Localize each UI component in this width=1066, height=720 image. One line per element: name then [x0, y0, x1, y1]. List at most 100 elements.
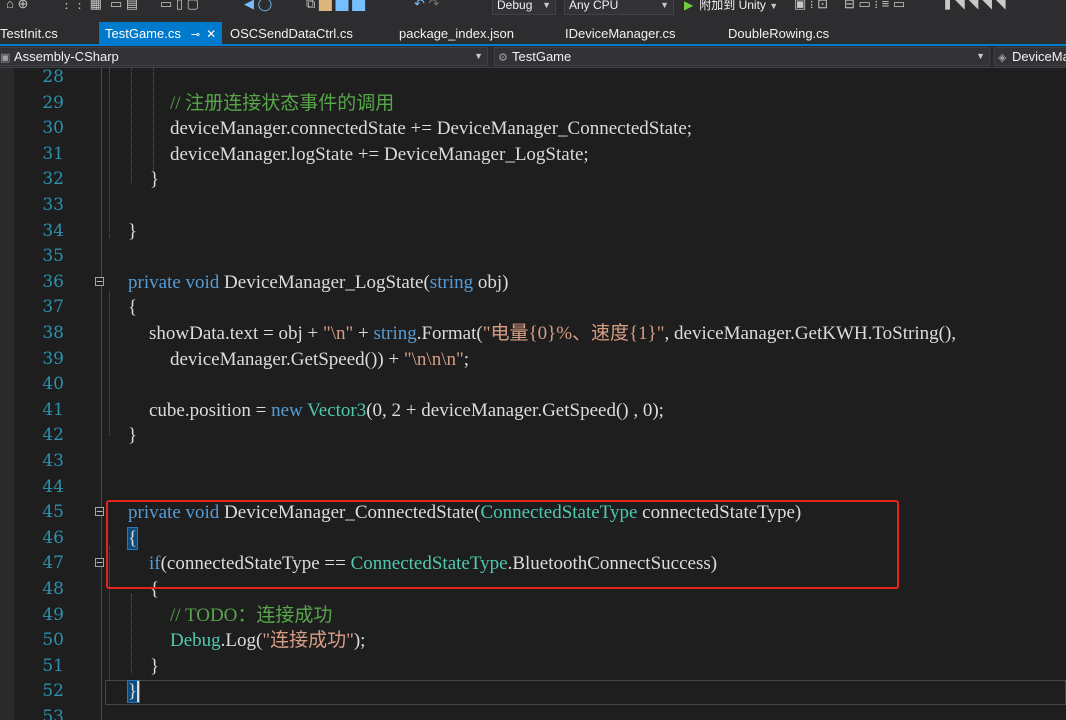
line-number: 43 [42, 451, 64, 471]
line-number: 51 [42, 655, 64, 676]
main-toolbar: ⌂ ⊕ ⋮⋮ ▦ ▭ ▤ ▭ ▯ ▢ ◀ ◯ ⧉ ▇ ▇ ▇ ↶ ↷ Debug… [0, 0, 1066, 22]
code-text: private void DeviceManager_LogState(stri… [128, 270, 508, 296]
tab-package-index[interactable]: package_index.json [399, 22, 514, 44]
tab-testinit[interactable]: TestInit.cs [0, 22, 58, 44]
bookmark-icon[interactable]: ⊟ ▭ ⁞ ≡ ▭ [844, 0, 905, 13]
attach-unity-label: 附加到 Unity [699, 0, 766, 12]
token-text: deviceManager.connectedState += DeviceMa… [170, 118, 693, 140]
tab-doublerowing[interactable]: DoubleRowing.cs [728, 22, 829, 44]
navigate-back-icon[interactable]: ◀ ◯ [244, 0, 272, 13]
token-keyword: void [185, 271, 220, 293]
chevron-down-icon: ▼ [660, 0, 669, 10]
line-number: 39 [42, 348, 64, 369]
chevron-down-icon: ▼ [769, 1, 779, 11]
token-comment: // TODO：连接成功 [170, 604, 333, 626]
tab-oscsenddatactrl[interactable]: OSCSendDataCtrl.cs [230, 22, 353, 44]
annotation-highlight-box [106, 500, 899, 589]
tab-label: OSCSendDataCtrl.cs [230, 26, 353, 41]
code-line: 44 [0, 475, 1066, 501]
code-line: 41 cube.position = new Vector3(0, 2 + dev… [0, 398, 1066, 424]
line-number: 53 [42, 707, 64, 720]
code-line: 30 deviceManager.connectedState += Device… [0, 116, 1066, 142]
undo-icon[interactable]: ↶ ↷ [414, 0, 439, 13]
code-line: 37 { [0, 295, 1066, 321]
line-number: 45 [42, 502, 64, 523]
attach-unity-button[interactable]: ▶ 附加到 Unity ▼ [684, 0, 778, 14]
tab-label: DoubleRowing.cs [728, 26, 830, 41]
code-text: // 注册连接状态事件的调用 [170, 91, 394, 117]
token-keyword: string [429, 271, 474, 293]
code-line: 35 [0, 244, 1066, 270]
code-text: // TODO：连接成功 [170, 603, 332, 629]
line-number: 38 [42, 323, 64, 343]
token-text: } [150, 655, 160, 677]
code-text: cube.position = new Vector3(0, 2 + devic… [149, 398, 664, 424]
close-icon[interactable]: ✕ [206, 27, 216, 41]
token-text: deviceManager.logState += DeviceManager_… [170, 143, 589, 165]
bookmark-nav-icon[interactable]: ▮ ◥ ◥ ◥ ◥ [944, 0, 1006, 13]
code-line: 52} [0, 679, 1066, 705]
code-line: 32} [0, 167, 1066, 193]
member-name: DeviceMa [1012, 49, 1066, 64]
token-text: deviceManager.GetSpeed()) + [170, 348, 404, 370]
line-number: 40 [42, 374, 64, 395]
code-line: 31 deviceManager.logState += DeviceManage… [0, 142, 1066, 168]
project-dropdown[interactable]: ▣ Assembly-CSharp ▼ [0, 47, 488, 66]
token-text: obj) [473, 271, 509, 293]
line-number: 42 [42, 425, 64, 446]
token-text: ; [463, 348, 470, 370]
configuration-select[interactable]: Debug ▼ [492, 0, 556, 15]
navigation-bar: ▣ Assembly-CSharp ▼ ⚙ TestGame ▼ ◈ DeviceMa [0, 46, 1066, 68]
tab-testgame[interactable]: TestGame.cs ⊸ ✕ [99, 22, 223, 44]
collapse-icon[interactable]: − [95, 557, 104, 568]
code-line: 40 [0, 372, 1066, 398]
debug-tools-icon[interactable]: ▣ ⁞ ⊡ [794, 0, 828, 13]
chevron-down-icon: ▼ [542, 0, 551, 10]
code-text: deviceManager.logState += DeviceManager_… [170, 142, 589, 168]
token-text: .Log( [220, 630, 263, 652]
code-text: deviceManager.GetSpeed()) + "\n\n\n"; [170, 347, 469, 373]
code-editor[interactable]: 28 29 // 注册连接状态事件的调用 30 deviceManager.connec… [0, 68, 1066, 720]
code-line: 28 [0, 68, 1066, 91]
code-text: } [150, 167, 159, 193]
document-tabs: TestInit.cs TestGame.cs ⊸ ✕ OSCSendDataCtr… [0, 22, 1066, 46]
class-dropdown[interactable]: ⚙ TestGame ▼ [494, 47, 990, 66]
collapse-icon[interactable]: − [95, 506, 104, 517]
format-icon[interactable]: ▭ ▤ [110, 0, 138, 13]
line-number: 30 [42, 118, 64, 139]
pin-icon[interactable]: ⊸ [191, 29, 200, 41]
line-number: 34 [42, 220, 64, 241]
line-number: 49 [42, 604, 64, 625]
token-brace: } [126, 680, 141, 704]
code-text: { [128, 295, 137, 321]
play-icon: ▶ [684, 0, 694, 12]
line-number: 36 [42, 271, 64, 292]
token-keyword: new [271, 399, 303, 421]
collapse-icon[interactable]: − [95, 276, 104, 287]
code-line: 29 // 注册连接状态事件的调用 [0, 91, 1066, 117]
member-dropdown[interactable]: ◈ DeviceMa [994, 47, 1066, 66]
line-number: 50 [42, 630, 64, 651]
class-icon: ⚙ [498, 52, 508, 64]
line-number: 33 [42, 195, 64, 215]
code-line: 50 Debug.Log("连接成功"); [0, 628, 1066, 654]
tab-idevicemanager[interactable]: IDeviceManager.cs [565, 22, 676, 44]
platform-select[interactable]: Any CPU ▼ [564, 0, 674, 15]
align-icon[interactable]: ⋮⋮ ▦ [60, 0, 102, 13]
token-keyword: private [128, 271, 181, 293]
token-string: "\n\n\n" [403, 348, 464, 370]
line-number: 31 [42, 143, 64, 164]
code-text: Debug.Log("连接成功"); [170, 628, 365, 654]
layout-icon[interactable]: ⌂ ⊕ [6, 0, 28, 13]
token-text: (0, 2 + deviceManager.GetSpeed() , 0); [366, 399, 664, 421]
new-project-icon[interactable]: ⧉ ▇ ▇ ▇ [306, 0, 365, 13]
platform-value: Any CPU [569, 0, 619, 12]
save-icon[interactable]: ▭ ▯ ▢ [160, 0, 199, 13]
code-line: 43 [0, 449, 1066, 475]
line-number: 35 [42, 246, 64, 267]
code-line: 53 [0, 705, 1066, 720]
token-string: "\n" [322, 323, 354, 344]
token-text: { [128, 297, 138, 319]
token-text: } [128, 220, 138, 242]
token-text: cube.position = [149, 399, 272, 421]
